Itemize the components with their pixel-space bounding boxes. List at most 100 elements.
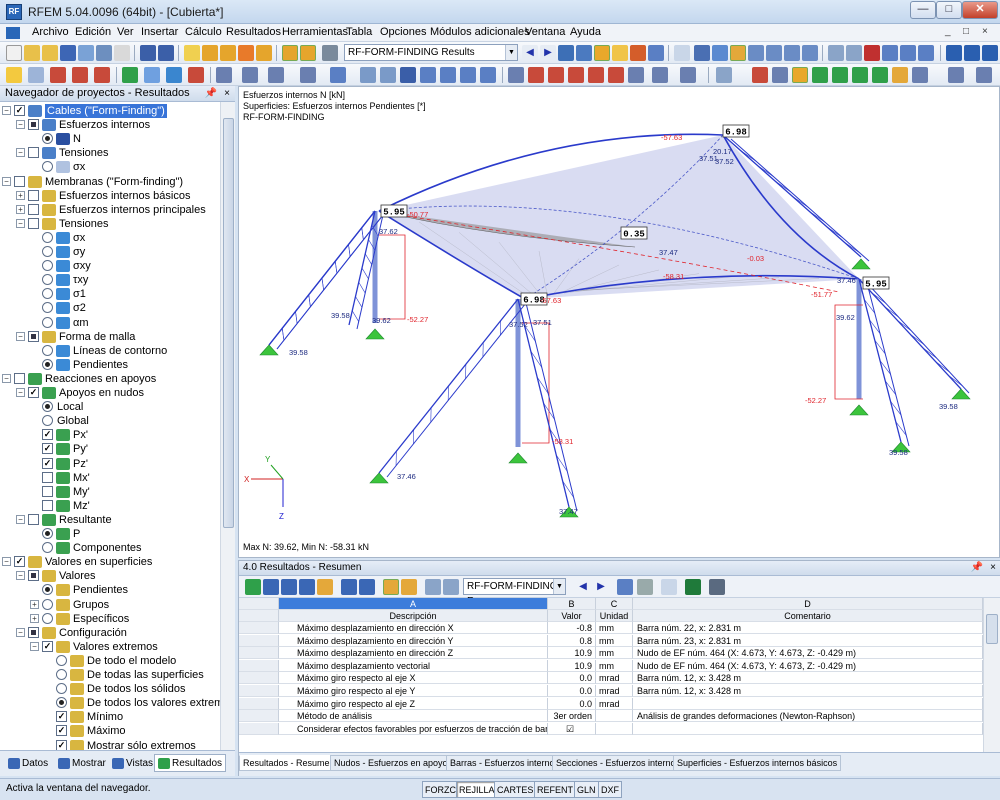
status-gln-button[interactable]: GLN (574, 781, 599, 798)
pin-icon[interactable]: 📌 (205, 86, 217, 101)
scroll-thumb[interactable] (986, 614, 998, 644)
legend-icon[interactable] (680, 67, 696, 83)
tab-secciones-esfuerzos[interactable]: Secciones - Esfuerzos internos (552, 755, 685, 771)
snap-icon[interactable] (330, 67, 346, 83)
result-filter-icon[interactable] (772, 67, 788, 83)
surface-load-icon[interactable] (144, 67, 160, 83)
checkbox[interactable]: ✓ (56, 711, 67, 723)
cell-unidad[interactable] (596, 710, 633, 723)
results-values-icon[interactable] (558, 45, 574, 61)
mirror-icon[interactable] (420, 67, 436, 83)
surface-results-icon[interactable] (792, 67, 808, 83)
tree-pz[interactable]: ✓ Pz' (0, 457, 220, 471)
collapse-icon[interactable]: − (16, 218, 25, 228)
expand-icon[interactable]: + (30, 599, 39, 609)
numbering-icon[interactable] (652, 67, 668, 83)
member-load-icon[interactable] (166, 67, 182, 83)
mdi-restore-button[interactable]: □ (963, 26, 969, 37)
support-icon[interactable] (94, 67, 110, 83)
tab-datos[interactable]: Datos (4, 754, 52, 772)
cell-descripcion[interactable]: Máximo giro respecto al eje Y (279, 685, 548, 697)
cell-unidad[interactable]: mm (596, 659, 633, 672)
animation-icon[interactable] (892, 67, 908, 83)
node-icon[interactable] (6, 67, 22, 83)
radio-button[interactable] (42, 316, 53, 328)
cross-section-icon[interactable] (912, 67, 928, 83)
redo-icon[interactable] (158, 45, 174, 61)
result-diagram-icon[interactable] (752, 67, 768, 83)
calc-icon[interactable] (661, 579, 677, 595)
radio-button[interactable] (56, 683, 67, 695)
menu-archivo[interactable]: Archivo (32, 26, 69, 38)
cell-descripcion[interactable]: Máximo giro respecto al eje Z (279, 697, 548, 710)
load-case-select[interactable]: RF-FORM-FINDING Results ▼ (344, 44, 518, 61)
checkbox[interactable] (14, 372, 25, 384)
menu-resultados[interactable]: Resultados (226, 26, 281, 38)
cell-unidad[interactable]: mrad (596, 697, 633, 710)
edit-icon[interactable] (184, 45, 200, 61)
select-icon[interactable] (694, 45, 710, 61)
status-dxf-button[interactable]: DXF (598, 781, 622, 798)
menu-calculo[interactable]: Cálculo (185, 26, 222, 38)
cell-unidad[interactable]: mrad (596, 685, 633, 697)
tree-p[interactable]: P (0, 527, 220, 541)
camera-icon[interactable] (900, 45, 916, 61)
tree-todas-superficies[interactable]: De todas las superficies (0, 668, 220, 682)
filter-icon[interactable] (425, 579, 441, 595)
guide-line-icon[interactable] (268, 67, 284, 83)
checkbox[interactable] (28, 189, 39, 201)
table-icon[interactable] (245, 579, 261, 595)
tree-especificos[interactable]: + Específicos (0, 612, 220, 626)
render-icon[interactable] (918, 45, 934, 61)
solid-icon[interactable] (568, 67, 584, 83)
radio-button[interactable] (56, 654, 67, 666)
section-icon[interactable] (528, 67, 544, 83)
checkbox[interactable]: ✓ (14, 556, 25, 568)
highlight-icon[interactable] (317, 579, 333, 595)
panel-toggle-icon[interactable] (282, 45, 298, 61)
tree-resultante[interactable]: − Resultante (0, 513, 220, 527)
dimension-icon[interactable] (216, 67, 232, 83)
case-icon[interactable] (322, 45, 338, 61)
cell-descripcion[interactable]: Máximo desplazamiento en dirección X (279, 622, 548, 634)
columns-icon[interactable] (443, 579, 459, 595)
collapse-icon[interactable]: − (16, 571, 25, 581)
cell-descripcion[interactable]: Considerar efectos favorables por esfuer… (279, 722, 548, 735)
isolines-icon[interactable] (812, 67, 828, 83)
cell-comentario[interactable]: Análisis de grandes deformaciones (Newto… (633, 710, 983, 723)
tab-superficies-esfuerzos[interactable]: Superficies - Esfuerzos internos básicos (673, 755, 842, 771)
checkbox[interactable]: ✓ (42, 640, 53, 652)
column-header-b[interactable]: B (548, 598, 596, 610)
select-icon[interactable] (383, 579, 399, 595)
zoom-icon[interactable] (748, 45, 764, 61)
cell-unidad[interactable]: mm (596, 634, 633, 647)
calculate-icon[interactable] (202, 45, 218, 61)
cell-comentario[interactable]: Barra núm. 12, x: 3.428 m (633, 685, 983, 697)
checkbox[interactable] (28, 330, 39, 342)
collapse-icon[interactable]: − (16, 148, 25, 158)
new-file-icon[interactable] (6, 45, 22, 61)
expand-icon[interactable]: + (16, 190, 25, 200)
cell-comentario[interactable]: Barra núm. 12, x: 3.428 m (633, 672, 983, 685)
menu-ver[interactable]: Ver (117, 26, 134, 38)
mesh-icon[interactable] (852, 67, 868, 83)
mdi-doc-icon[interactable] (6, 27, 20, 39)
status-forzc-button[interactable]: FORZC (422, 781, 459, 798)
status-refent-button[interactable]: REFENT (534, 781, 576, 798)
cell-comentario[interactable]: Barra núm. 23, x: 2.831 m (633, 634, 983, 647)
tree-reacciones[interactable]: − Reacciones en apoyos (0, 372, 220, 386)
isometric-icon[interactable] (846, 45, 862, 61)
filter-icon[interactable] (648, 45, 664, 61)
menu-herramientas[interactable]: Herramientas (282, 26, 348, 38)
navigator-scrollbar[interactable] (220, 102, 235, 750)
tree-membranas[interactable]: − Membranas ("Form-finding") (0, 175, 220, 189)
column-header-a[interactable]: A (279, 598, 548, 610)
link-icon[interactable] (637, 579, 653, 595)
tree-local[interactable]: Local (0, 400, 220, 414)
collapse-icon[interactable]: − (30, 641, 39, 651)
radio-button[interactable] (42, 302, 53, 314)
comment-icon[interactable] (242, 67, 258, 83)
close-icon[interactable]: × (224, 86, 230, 101)
radio-button[interactable] (42, 598, 53, 610)
collapse-icon[interactable]: − (16, 388, 25, 397)
